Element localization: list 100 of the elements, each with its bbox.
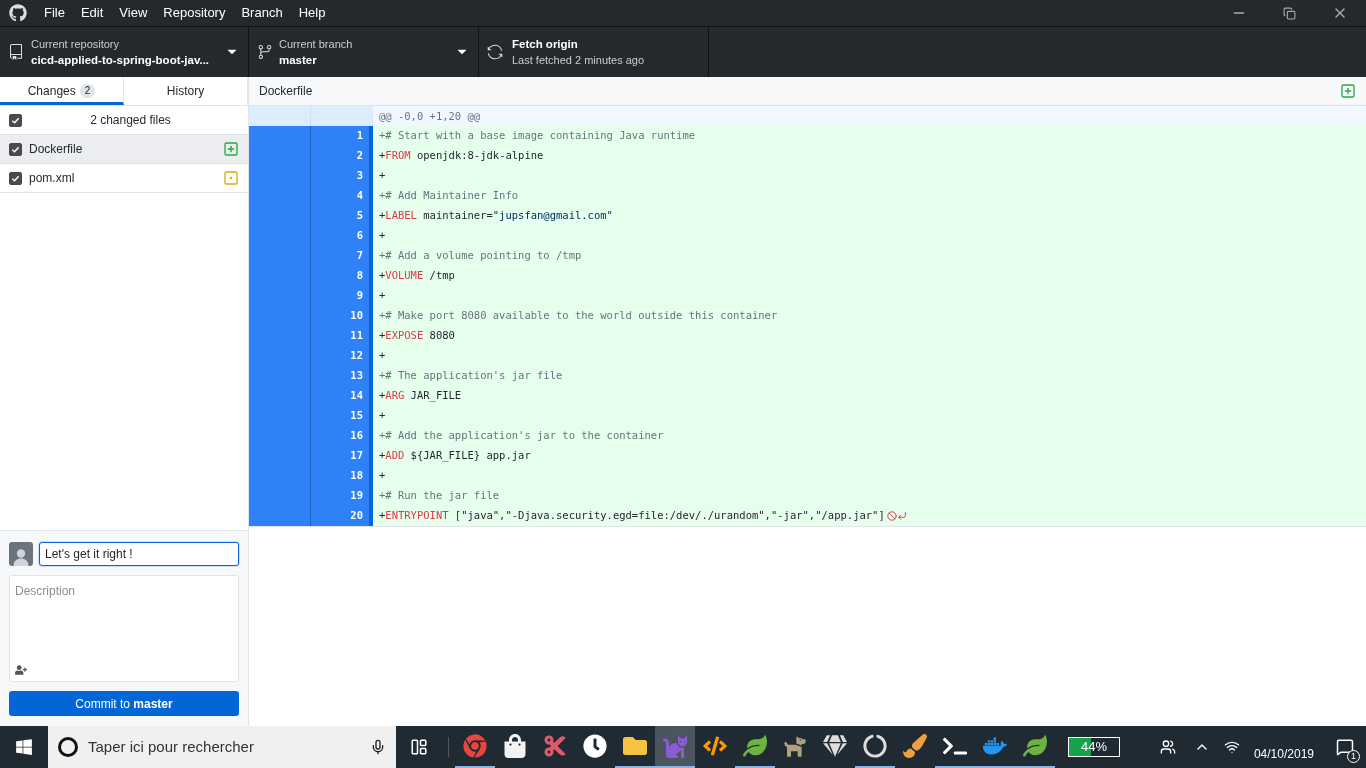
- count-badge: 2: [79, 84, 96, 98]
- menu-item[interactable]: Help: [290, 3, 334, 23]
- file-name: pom.xml: [29, 170, 76, 187]
- line-number[interactable]: 11: [311, 326, 373, 346]
- line-number[interactable]: 12: [311, 346, 373, 366]
- branch-label: Current branch: [279, 37, 354, 52]
- description-placeholder: Description: [15, 583, 77, 600]
- code-line: +FROM openjdk:8-jdk-alpine: [379, 148, 544, 164]
- code-comment: +# Add a volume pointing to /tmp: [379, 248, 582, 264]
- menu-item[interactable]: View: [111, 3, 156, 23]
- file-checkbox[interactable]: [9, 142, 22, 156]
- add-coauthor-icon[interactable]: [15, 665, 27, 675]
- code-line: +: [379, 408, 386, 424]
- commit-summary-field[interactable]: Let's get it right !: [39, 542, 239, 566]
- line-number[interactable]: 4: [311, 186, 373, 206]
- hunk-gutter: [249, 106, 311, 126]
- menu-item[interactable]: Branch: [233, 3, 291, 23]
- repository-icon: [8, 44, 24, 60]
- code-line: +EXPOSE 8080: [379, 328, 455, 344]
- line-number[interactable]: 20: [311, 506, 373, 526]
- branch-name: master: [279, 53, 318, 68]
- file-name: Dockerfile: [29, 141, 84, 158]
- battery-reading: 44%: [1079, 738, 1108, 756]
- search-placeholder: Taper ici pour rechercher: [88, 736, 255, 757]
- line-number[interactable]: 15: [311, 406, 373, 426]
- task-view-icon[interactable]: [410, 738, 428, 756]
- animal-icon[interactable]: [783, 734, 807, 758]
- line-number[interactable]: 17: [311, 446, 373, 466]
- line-number[interactable]: 14: [311, 386, 373, 406]
- code-line: +ARG JAR_FILE: [379, 388, 462, 404]
- taskbar-search-field[interactable]: Taper ici pour rechercher: [48, 726, 396, 768]
- search-icon: [58, 737, 78, 757]
- repository-name: cicd-applied-to-spring-boot-jav...: [31, 53, 211, 68]
- taskbar-date: 04/10/2019: [1253, 746, 1314, 763]
- restore-icon[interactable]: [1283, 6, 1296, 20]
- people-icon[interactable]: [1159, 739, 1176, 755]
- checkmark-icon: [11, 173, 20, 183]
- shopping-bag-icon[interactable]: [503, 734, 527, 758]
- avatar: [9, 542, 33, 566]
- code-editor-icon[interactable]: [703, 734, 727, 758]
- leaf-icon[interactable]: [743, 734, 767, 758]
- line-number[interactable]: 8: [311, 266, 373, 286]
- fetch-title: Fetch origin: [512, 37, 579, 52]
- line-number[interactable]: 5: [311, 206, 373, 226]
- code-line: +: [379, 228, 386, 244]
- github-logo-icon: [9, 4, 27, 22]
- code-line: +ADD ${JAR_FILE} app.jar: [379, 448, 531, 464]
- line-number[interactable]: 2: [311, 146, 373, 166]
- repository-label: Current repository: [31, 37, 121, 52]
- hunk-gutter: [311, 106, 373, 126]
- leaf-icon[interactable]: [1023, 734, 1047, 758]
- start-icon[interactable]: [15, 738, 33, 756]
- chrome-like-icon[interactable]: [463, 734, 487, 758]
- code-comment: +# Start with a base image containing Java runtime: [379, 128, 696, 144]
- line-number[interactable]: 3: [311, 166, 373, 186]
- changed-files-count: 2 changed files: [89, 112, 172, 129]
- changed-file-row[interactable]: Dockerfile: [0, 135, 248, 164]
- code-line: +: [379, 348, 386, 364]
- sync-icon: [487, 44, 503, 60]
- sidebar-tab[interactable]: History: [124, 77, 248, 105]
- code-line: +LABEL maintainer="jupsfan@gmail.com": [379, 208, 613, 224]
- clock-icon[interactable]: [583, 734, 607, 758]
- line-number[interactable]: 13: [311, 366, 373, 386]
- code-line: +: [379, 168, 386, 184]
- menu-item[interactable]: Repository: [155, 3, 234, 23]
- code-comment: +# The application's jar file: [379, 368, 563, 384]
- select-all-checkbox[interactable]: [9, 113, 22, 127]
- notification-badge: 1: [1347, 750, 1360, 763]
- description-field[interactable]: Description: [9, 575, 239, 682]
- code-comment: +# Run the jar file: [379, 488, 500, 504]
- ring-icon[interactable]: [863, 734, 887, 758]
- line-number[interactable]: 18: [311, 466, 373, 486]
- line-number[interactable]: 6: [311, 226, 373, 246]
- code-line: +: [379, 468, 386, 484]
- microphone-icon[interactable]: [370, 739, 386, 755]
- gem-icon[interactable]: [823, 734, 847, 758]
- menu-item[interactable]: File: [36, 3, 73, 23]
- code-line: +: [379, 288, 386, 304]
- line-number[interactable]: 10: [311, 306, 373, 326]
- diff-file-name: Dockerfile: [259, 83, 314, 100]
- file-checkbox[interactable]: [9, 171, 22, 185]
- line-number[interactable]: 7: [311, 246, 373, 266]
- commit-button[interactable]: Commit to master: [9, 691, 239, 716]
- line-number[interactable]: 16: [311, 426, 373, 446]
- line-number[interactable]: 19: [311, 486, 373, 506]
- scissors-icon[interactable]: [543, 734, 567, 758]
- code-comment: +# Make port 8080 available to the world outside this container: [379, 308, 778, 324]
- file-added-icon: [1340, 83, 1356, 99]
- line-number[interactable]: 1: [311, 126, 373, 146]
- branch-icon: [257, 44, 273, 60]
- folder-icon[interactable]: [623, 734, 647, 758]
- sidebar-tab[interactable]: Changes 2: [0, 77, 124, 105]
- hunk-header: @@ -0,0 +1,20 @@: [378, 109, 481, 124]
- paint-brush-icon[interactable]: [903, 734, 927, 758]
- file-added-icon: [223, 141, 239, 157]
- menu-item[interactable]: Edit: [72, 3, 112, 23]
- code-line: +VOLUME /tmp: [379, 268, 455, 284]
- notification-button[interactable]: 1: [1330, 726, 1360, 768]
- wifi-icon[interactable]: [1223, 739, 1240, 755]
- line-number[interactable]: 9: [311, 286, 373, 306]
